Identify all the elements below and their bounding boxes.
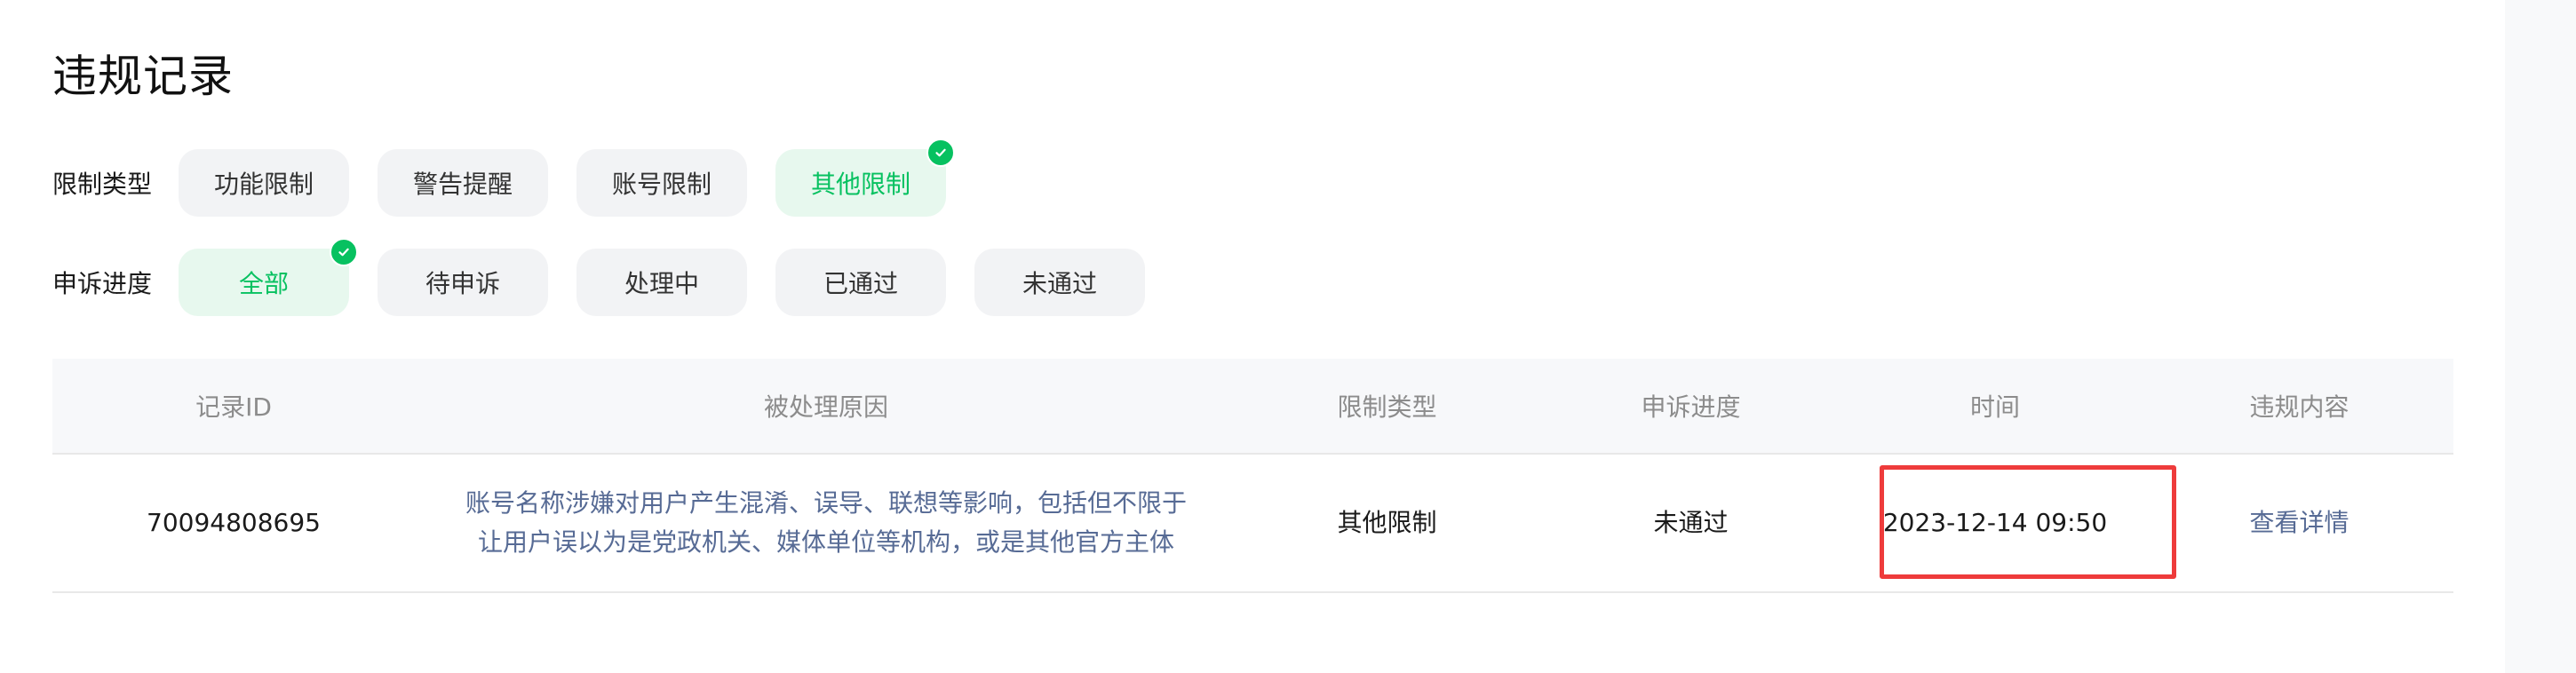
header-record-id: 记录ID [195, 392, 272, 422]
restriction-type-chips: 功能限制 警告提醒 账号限制 其他限制 [179, 139, 955, 217]
cell-reason: 账号名称涉嫌对用户产生混淆、误导、联想等影响，包括但不限于 让用户误以为是党政机… [415, 484, 1237, 562]
page-title: 违规记录 [52, 51, 234, 102]
check-circle-icon [926, 139, 955, 167]
filter-row-appeal-progress: 申诉进度 全部 待申诉 处理中 已通过 未通过 [52, 238, 1145, 316]
cell-appeal-progress: 未通过 [1653, 508, 1729, 537]
chip-label: 未通过 [1022, 269, 1097, 298]
chip-label: 账号限制 [611, 170, 712, 199]
chip-label: 待申诉 [425, 269, 500, 298]
cell-violation-content: 查看详情 [2145, 503, 2453, 542]
cell-record-id: 70094808695 [147, 508, 321, 537]
right-gutter [2505, 0, 2576, 673]
header-restriction-type: 限制类型 [1337, 392, 1437, 422]
chip-function-limit[interactable]: 功能限制 [179, 149, 349, 217]
chip-not-passed[interactable]: 未通过 [974, 249, 1145, 316]
table-header: 记录ID 被处理原因 限制类型 申诉进度 时间 违规内容 [52, 359, 2453, 455]
chip-warning-reminder[interactable]: 警告提醒 [378, 149, 548, 217]
filter-label-restriction-type: 限制类型 [52, 170, 153, 199]
chip-label: 已通过 [823, 269, 898, 298]
header-violation-content: 违规内容 [2249, 392, 2349, 422]
cell-restriction-type: 其他限制 [1337, 508, 1437, 537]
chip-other-limit[interactable]: 其他限制 [775, 139, 955, 217]
check-circle-icon [330, 238, 358, 266]
reason-line: 让用户误以为是党政机关、媒体单位等机构，或是其他官方主体 [477, 527, 1174, 557]
chip-label: 处理中 [624, 269, 699, 298]
filter-label-appeal-progress: 申诉进度 [52, 269, 153, 298]
chip-label: 其他限制 [810, 170, 910, 199]
chip-passed[interactable]: 已通过 [775, 249, 946, 316]
chip-pending-appeal[interactable]: 待申诉 [378, 249, 548, 316]
header-reason: 被处理原因 [763, 392, 888, 422]
reason-line: 账号名称涉嫌对用户产生混淆、误导、联想等影响，包括但不限于 [465, 488, 1187, 518]
chip-label: 警告提醒 [412, 170, 513, 199]
chip-label: 全部 [238, 269, 289, 298]
chip-account-limit[interactable]: 账号限制 [576, 149, 747, 217]
filter-row-restriction-type: 限制类型 功能限制 警告提醒 账号限制 其他限制 [52, 139, 955, 217]
header-time: 时间 [1969, 392, 2020, 422]
chip-label: 功能限制 [213, 170, 314, 199]
chip-processing[interactable]: 处理中 [576, 249, 747, 316]
appeal-progress-chips: 全部 待申诉 处理中 已通过 未通过 [179, 238, 1145, 316]
time-highlight-box [1880, 465, 2176, 579]
chip-all[interactable]: 全部 [179, 238, 358, 316]
header-appeal-progress: 申诉进度 [1641, 392, 1741, 422]
view-details-link[interactable]: 查看详情 [2249, 508, 2349, 537]
